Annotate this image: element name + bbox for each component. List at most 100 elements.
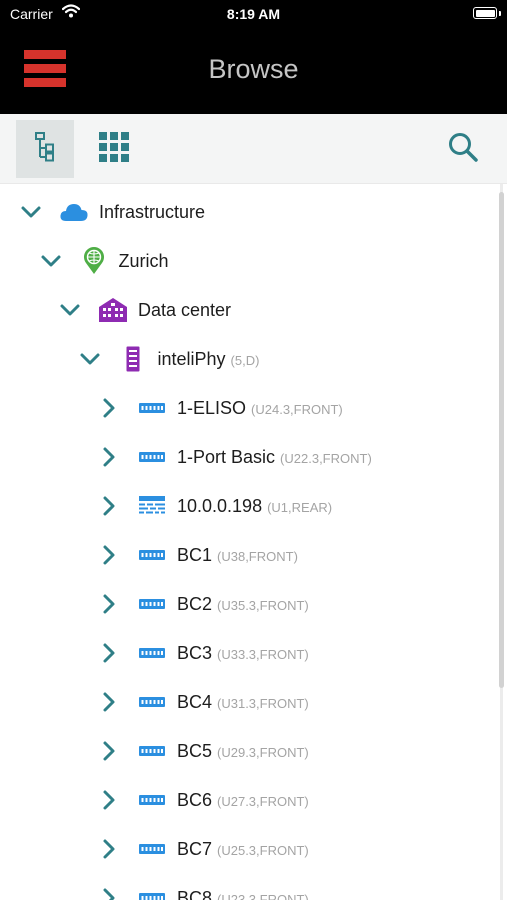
- tree-node-label: BC6 (U27.3,FRONT): [177, 790, 309, 811]
- tree-row[interactable]: inteliPhy (5,D): [0, 335, 496, 384]
- node-name: BC2: [177, 594, 213, 614]
- view-toolbar: [0, 114, 507, 184]
- tree-row[interactable]: BC6 (U27.3,FRONT): [0, 776, 496, 825]
- tree-view: Infrastructure Zurich Data center inteliPhy…: [0, 184, 496, 900]
- tree-node-label: Infrastructure: [99, 202, 205, 223]
- node-position: (U35.3,FRONT): [217, 598, 309, 613]
- tree-node-label: BC7 (U25.3,FRONT): [177, 839, 309, 860]
- node-name: BC8: [177, 888, 213, 900]
- chevron-right-icon[interactable]: [98, 642, 120, 664]
- patch-panel-icon: [137, 788, 167, 812]
- node-name: BC7: [177, 839, 213, 859]
- node-name: BC3: [177, 643, 213, 663]
- search-icon: [447, 131, 479, 168]
- chevron-down-icon[interactable]: [20, 201, 42, 223]
- patch-panel-icon: [137, 592, 167, 616]
- building-icon: [98, 298, 128, 322]
- chevron-down-icon[interactable]: [79, 348, 101, 370]
- tree-row[interactable]: Zurich: [0, 237, 496, 286]
- node-name: Data center: [138, 300, 232, 320]
- tree-node-label: Data center: [138, 300, 231, 321]
- page-title: Browse: [208, 54, 299, 84]
- battery-icon: [473, 7, 497, 19]
- tree-node-label: BC2 (U35.3,FRONT): [177, 594, 309, 615]
- globe-pin-icon: [79, 247, 109, 274]
- node-position: (U1,REAR): [267, 500, 333, 515]
- tree-row[interactable]: BC4 (U31.3,FRONT): [0, 678, 496, 727]
- chevron-down-icon[interactable]: [59, 299, 81, 321]
- search-button[interactable]: [434, 120, 492, 178]
- tree-row[interactable]: BC8 (U23.3,FRONT): [0, 874, 496, 900]
- tree-node-label: BC5 (U29.3,FRONT): [177, 741, 309, 762]
- tree-row[interactable]: Data center: [0, 286, 496, 335]
- tree-node-label: Zurich: [119, 251, 169, 272]
- rack-icon: [118, 346, 148, 372]
- node-name: Infrastructure: [99, 202, 206, 222]
- chevron-right-icon[interactable]: [98, 593, 120, 615]
- tree-view-button[interactable]: [16, 120, 74, 178]
- patch-panel-icon: [137, 396, 167, 420]
- tree-node-label: BC3 (U33.3,FRONT): [177, 643, 309, 664]
- tree-node-label: inteliPhy (5,D): [158, 349, 260, 370]
- nav-bar: Browse: [0, 28, 507, 114]
- node-position: (U23.3,FRONT): [217, 892, 309, 900]
- tree-row[interactable]: BC1 (U38,FRONT): [0, 531, 496, 580]
- status-time: 8:19 AM: [226, 6, 281, 22]
- node-name: inteliPhy: [157, 349, 226, 369]
- node-name: 10.0.0.198: [177, 496, 263, 516]
- chevron-right-icon[interactable]: [98, 740, 120, 762]
- chevron-right-icon[interactable]: [98, 446, 120, 468]
- node-name: BC6: [177, 790, 213, 810]
- chevron-right-icon[interactable]: [98, 887, 120, 900]
- tree-row[interactable]: 10.0.0.198 (U1,REAR): [0, 482, 496, 531]
- patch-panel-icon: [137, 739, 167, 763]
- node-name: 1-ELISO: [177, 398, 247, 418]
- patch-panel-icon: [137, 445, 167, 469]
- tree-row[interactable]: Infrastructure: [0, 188, 496, 237]
- tree-row[interactable]: 1-Port Basic (U22.3,FRONT): [0, 433, 496, 482]
- node-name: 1-Port Basic: [177, 447, 276, 467]
- node-position: (U38,FRONT): [217, 549, 298, 564]
- chevron-right-icon[interactable]: [98, 495, 120, 517]
- chevron-right-icon[interactable]: [98, 838, 120, 860]
- tree-node-label: 1-Port Basic (U22.3,FRONT): [177, 447, 372, 468]
- tree-node-label: BC4 (U31.3,FRONT): [177, 692, 309, 713]
- chevron-right-icon[interactable]: [98, 397, 120, 419]
- grid-view-button[interactable]: [85, 120, 143, 178]
- patch-panel-icon: [137, 886, 167, 900]
- scrollbar-thumb[interactable]: [499, 192, 504, 688]
- tree-node-label: BC8 (U23.3,FRONT): [177, 888, 309, 900]
- tree-row[interactable]: BC2 (U35.3,FRONT): [0, 580, 496, 629]
- node-position: (U33.3,FRONT): [217, 647, 309, 662]
- tree-row[interactable]: 1-ELISO (U24.3,FRONT): [0, 384, 496, 433]
- tree-node-label: 1-ELISO (U24.3,FRONT): [177, 398, 343, 419]
- patch-panel-icon: [137, 837, 167, 861]
- switch-icon: [137, 494, 167, 518]
- patch-panel-icon: [137, 641, 167, 665]
- node-position: (U25.3,FRONT): [217, 843, 309, 858]
- patch-panel-icon: [137, 690, 167, 714]
- tree-row[interactable]: BC5 (U29.3,FRONT): [0, 727, 496, 776]
- grid-icon: [98, 131, 130, 168]
- chevron-right-icon[interactable]: [98, 544, 120, 566]
- tree-icon: [35, 131, 55, 167]
- tree-node-label: BC1 (U38,FRONT): [177, 545, 298, 566]
- status-bar: Carrier 8:19 AM: [0, 0, 507, 28]
- node-position: (U22.3,FRONT): [280, 451, 372, 466]
- patch-panel-icon: [137, 543, 167, 567]
- node-name: BC1: [177, 545, 213, 565]
- chevron-right-icon[interactable]: [98, 691, 120, 713]
- node-name: BC4: [177, 692, 213, 712]
- tree-row[interactable]: BC3 (U33.3,FRONT): [0, 629, 496, 678]
- battery-tip: [499, 11, 501, 16]
- cloud-icon: [59, 200, 89, 224]
- node-position: (U24.3,FRONT): [251, 402, 343, 417]
- node-position: (U29.3,FRONT): [217, 745, 309, 760]
- chevron-right-icon[interactable]: [98, 789, 120, 811]
- scrollbar[interactable]: [497, 184, 507, 900]
- chevron-down-icon[interactable]: [40, 250, 62, 272]
- node-name: BC5: [177, 741, 213, 761]
- tree-node-label: 10.0.0.198 (U1,REAR): [177, 496, 332, 517]
- tree-row[interactable]: BC7 (U25.3,FRONT): [0, 825, 496, 874]
- node-position: (U31.3,FRONT): [217, 696, 309, 711]
